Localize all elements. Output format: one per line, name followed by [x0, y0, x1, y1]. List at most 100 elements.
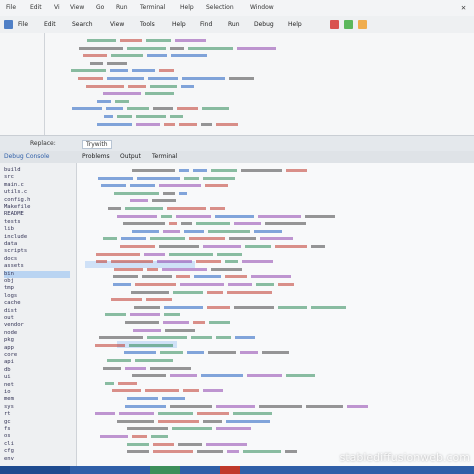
tab-view[interactable]: View	[110, 21, 124, 28]
sidebar-item[interactable]: dist	[4, 308, 70, 315]
sidebar-item[interactable]: db	[4, 367, 70, 374]
sidebar-item[interactable]: net	[4, 382, 70, 389]
sidebar-item[interactable]: node	[4, 330, 70, 337]
sidebar-item[interactable]: main.c	[4, 182, 70, 189]
tab-help[interactable]: Help	[172, 21, 186, 28]
panel-tab-terminal[interactable]: Terminal	[152, 153, 177, 160]
menu-selection[interactable]: Selection	[206, 4, 234, 11]
sidebar-item[interactable]: assets	[4, 263, 70, 270]
sidebar-item[interactable]: config.h	[4, 197, 70, 204]
play-icon[interactable]	[344, 20, 353, 29]
code-token	[79, 46, 123, 50]
sidebar-item[interactable]: pkg	[4, 337, 70, 344]
sidebar-item[interactable]: mem	[4, 396, 70, 403]
sidebar-item[interactable]: tmp	[4, 285, 70, 292]
code-token	[260, 237, 293, 241]
sidebar-item[interactable]: src	[4, 174, 70, 181]
pause-icon[interactable]	[358, 20, 367, 29]
code-token	[169, 252, 213, 256]
sidebar-item[interactable]: core	[4, 352, 70, 359]
sidebar-item[interactable]: include	[4, 234, 70, 241]
sidebar-item[interactable]: os	[4, 433, 70, 440]
code-token	[95, 412, 115, 416]
code-token	[241, 169, 282, 172]
sidebar-item[interactable]: Makefile	[4, 204, 70, 211]
status-branch[interactable]	[0, 466, 70, 474]
sidebar-item[interactable]: cli	[4, 441, 70, 448]
code-token	[131, 290, 169, 294]
menu-view[interactable]: View	[70, 4, 84, 11]
sidebar-item[interactable]: env	[4, 456, 70, 463]
sidebar-item[interactable]: docs	[4, 256, 70, 263]
code-token	[111, 298, 142, 302]
sidebar-item[interactable]: README	[4, 211, 70, 218]
code-token	[203, 419, 222, 423]
sidebar-item[interactable]: utils.c	[4, 189, 70, 196]
find-input[interactable]: Trywith	[82, 140, 112, 149]
close-icon[interactable]: ✕	[461, 3, 466, 12]
sidebar-item[interactable]: fs	[4, 426, 70, 433]
code-token	[216, 122, 238, 126]
sidebar-item[interactable]: app	[4, 345, 70, 352]
sidebar-item[interactable]: build	[4, 167, 70, 174]
code-token	[119, 412, 154, 416]
menu-terminal[interactable]: Terminal	[140, 4, 165, 11]
code-token	[229, 237, 256, 241]
code-token	[163, 229, 180, 233]
tab-search[interactable]: Search	[72, 21, 93, 28]
sidebar-item[interactable]: out	[4, 315, 70, 322]
sidebar-item[interactable]: io	[4, 389, 70, 396]
code-token	[202, 107, 229, 111]
sidebar-item[interactable]: cache	[4, 300, 70, 307]
sidebar-item[interactable]: api	[4, 359, 70, 366]
stop-icon[interactable]	[330, 20, 339, 29]
panel-title[interactable]: Debug Console	[4, 153, 49, 160]
code-token	[163, 321, 189, 324]
menubar: File Edit Vi View Go Run Terminal Help S…	[0, 0, 474, 17]
main-editor[interactable]	[77, 163, 474, 466]
sidebar-item[interactable]: obj	[4, 278, 70, 285]
sidebar-item[interactable]: scripts	[4, 248, 70, 255]
sidebar-item[interactable]: sys	[4, 404, 70, 411]
tab-tools[interactable]: Tools	[140, 21, 155, 28]
panel-tab-problems[interactable]: Problems	[82, 153, 110, 160]
menu-run[interactable]: Run	[116, 4, 128, 11]
tab-edit[interactable]: Edit	[44, 21, 56, 28]
code-token	[152, 199, 176, 203]
sidebar-item[interactable]: gc	[4, 419, 70, 426]
menu-window[interactable]: Window	[250, 4, 274, 11]
code-token	[278, 283, 294, 286]
code-token	[117, 419, 154, 423]
sidebar-item[interactable]: rt	[4, 411, 70, 418]
top-editor[interactable]	[45, 33, 474, 135]
tab-find[interactable]: Find	[200, 21, 212, 28]
sidebar-item[interactable]: lib	[4, 226, 70, 233]
code-token	[107, 359, 131, 362]
tab-file[interactable]: File	[18, 21, 28, 28]
sidebar-item[interactable]: bin	[4, 270, 70, 278]
code-token	[90, 61, 103, 65]
code-token	[181, 84, 194, 88]
code-token	[107, 61, 127, 65]
sidebar-item[interactable]: data	[4, 241, 70, 248]
menu-vi[interactable]: Vi	[54, 4, 60, 11]
code-token	[113, 275, 138, 279]
panel-tab-output[interactable]: Output	[120, 153, 141, 160]
code-token	[162, 397, 185, 400]
sidebar-item[interactable]: logs	[4, 293, 70, 300]
menu-edit[interactable]: Edit	[30, 4, 42, 11]
code-token	[216, 427, 251, 431]
sidebar-item[interactable]: ui	[4, 374, 70, 381]
sidebar-item[interactable]: cfg	[4, 448, 70, 455]
sidebar-item[interactable]: tests	[4, 219, 70, 226]
menu-go[interactable]: Go	[96, 4, 104, 11]
tab-debug[interactable]: Debug	[254, 21, 274, 28]
menu-file[interactable]: File	[6, 4, 16, 11]
code-token	[132, 169, 175, 172]
code-token	[175, 39, 206, 42]
tab-help-2[interactable]: Help	[288, 21, 302, 28]
code-token	[203, 245, 241, 248]
menu-help[interactable]: Help	[180, 4, 194, 11]
tab-run[interactable]: Run	[228, 21, 240, 28]
sidebar-item[interactable]: vendor	[4, 322, 70, 329]
